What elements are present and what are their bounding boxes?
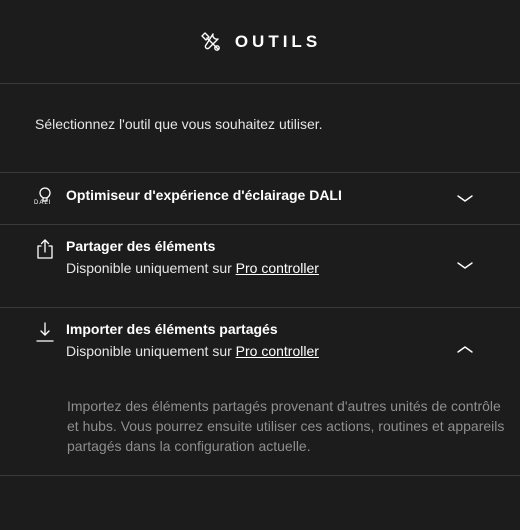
dali-bulb-icon xyxy=(32,185,58,211)
divider xyxy=(0,475,520,476)
page-title: OUTILS xyxy=(234,31,322,51)
tools-icon xyxy=(199,30,223,54)
tool-row-share[interactable]: Partager des éléments Disponible uniquem… xyxy=(0,225,520,307)
tool-row-dali[interactable]: Optimiseur d'expérience d'éclairage DALI xyxy=(0,173,520,224)
share-icon xyxy=(32,237,58,263)
tool-title: Optimiseur d'expérience d'éclairage DALI xyxy=(66,187,342,203)
tool-title: Partager des éléments xyxy=(66,238,216,254)
tool-title: Importer des éléments partagés xyxy=(66,321,278,337)
chevron-down-icon[interactable] xyxy=(455,193,475,205)
tool-description: Importez des éléments partagés provenant… xyxy=(67,398,505,454)
import-icon xyxy=(32,320,58,346)
header: OUTILS xyxy=(0,0,520,84)
pro-controller-link[interactable]: Pro controller xyxy=(236,343,319,359)
tool-row-import[interactable]: Importer des éléments partagés Disponibl… xyxy=(0,308,520,378)
header-inner: OUTILS xyxy=(199,30,321,54)
chevron-down-icon[interactable] xyxy=(455,260,475,272)
dali-icon-label: DALI xyxy=(34,200,52,206)
intro-text: Sélectionnez l'outil que vous souhaitez … xyxy=(35,116,323,132)
chevron-up-icon[interactable] xyxy=(455,343,475,355)
tool-subtitle: Disponible uniquement sur Pro controller xyxy=(66,260,319,276)
pro-controller-link[interactable]: Pro controller xyxy=(236,260,319,276)
tool-subtitle: Disponible uniquement sur Pro controller xyxy=(66,343,319,359)
